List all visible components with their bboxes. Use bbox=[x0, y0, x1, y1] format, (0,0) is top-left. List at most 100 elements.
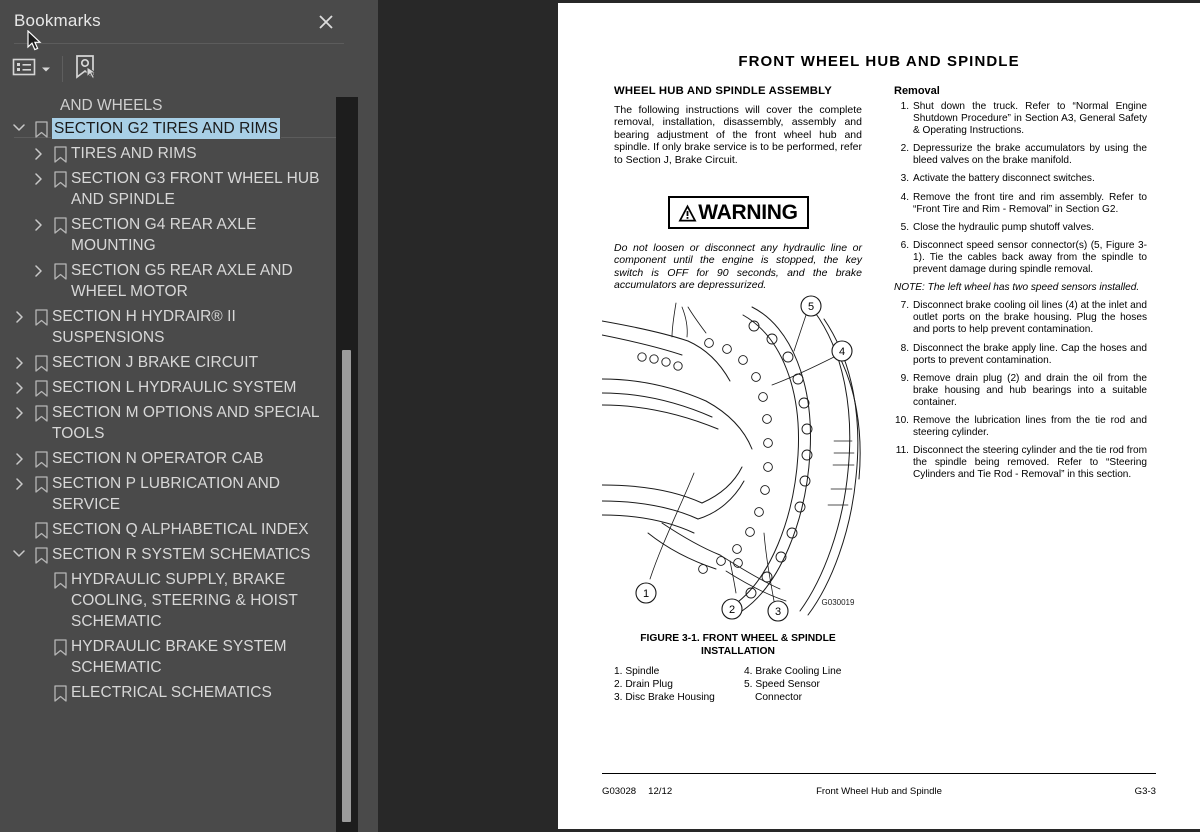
step-text: Disconnect the brake apply line. Cap the… bbox=[913, 342, 1147, 366]
bookmark-item[interactable]: HYDRAULIC SUPPLY, BRAKE COOLING, STEERIN… bbox=[0, 567, 336, 634]
step-text: Remove the front tire and rim assembly. … bbox=[913, 191, 1147, 215]
right-column: Removal 1. Shut down the truck. Refer to … bbox=[894, 85, 1147, 487]
bookmark-icon bbox=[49, 569, 71, 589]
removal-steps-part2: 7. Disconnect brake cooling oil lines (4)… bbox=[894, 300, 1147, 481]
step-text: Disconnect brake cooling oil lines (4) a… bbox=[913, 300, 1147, 336]
footer-divider bbox=[602, 773, 1156, 774]
chevron-right-icon[interactable] bbox=[8, 377, 30, 394]
pdf-viewer-canvas[interactable]: FRONT WHEEL HUB AND SPINDLE WHEEL HUB AN… bbox=[378, 0, 1200, 832]
removal-step: 8. Disconnect the brake apply line. Cap t… bbox=[894, 343, 1147, 367]
twisty-placeholder bbox=[27, 682, 49, 687]
panel-divider[interactable] bbox=[358, 0, 730, 832]
bookmark-item[interactable]: SECTION G4 REAR AXLE MOUNTING bbox=[0, 212, 336, 258]
bookmark-item[interactable]: SECTION M OPTIONS AND SPECIAL TOOLS bbox=[0, 400, 336, 446]
chevron-right-icon[interactable] bbox=[8, 473, 30, 490]
bookmark-item[interactable]: SECTION H HYDRAIR® II SUSPENSIONS bbox=[0, 304, 336, 350]
chevron-down-icon[interactable] bbox=[8, 118, 30, 132]
bookmarks-panel-title: Bookmarks bbox=[14, 11, 101, 30]
bookmarks-panel-header: Bookmarks bbox=[0, 0, 358, 44]
bookmark-icon bbox=[30, 473, 52, 493]
removal-step: 5. Close the hydraulic pump shutoff valve… bbox=[894, 222, 1147, 234]
bookmark-item-label: SECTION R SYSTEM SCHEMATICS bbox=[52, 546, 311, 563]
bookmarks-scrollbar-thumb[interactable] bbox=[342, 350, 351, 822]
chevron-right-icon[interactable] bbox=[27, 214, 49, 231]
bookmark-item[interactable]: TIRES AND RIMS bbox=[0, 141, 336, 166]
bookmark-item[interactable]: SECTION J BRAKE CIRCUIT bbox=[0, 350, 336, 375]
figure-legend-item: Connector bbox=[755, 692, 803, 703]
bookmark-icon bbox=[30, 402, 52, 422]
bookmark-icon bbox=[49, 168, 71, 188]
chevron-right-icon[interactable] bbox=[8, 306, 30, 323]
view-options-button[interactable] bbox=[12, 52, 51, 86]
header-divider bbox=[14, 43, 344, 44]
step-number: 4. bbox=[900, 191, 909, 203]
chevron-right-icon[interactable] bbox=[8, 352, 30, 369]
bookmark-item-label: HYDRAULIC SUPPLY, BRAKE COOLING, STEERIN… bbox=[71, 571, 298, 630]
svg-text:4: 4 bbox=[839, 346, 845, 358]
bookmark-item[interactable]: HYDRAULIC BRAKE SYSTEM SCHEMATIC bbox=[0, 634, 336, 680]
bookmark-item[interactable]: ELECTRICAL SCHEMATICS bbox=[0, 680, 336, 705]
bookmark-item[interactable]: SECTION G2 TIRES AND RIMS bbox=[0, 116, 336, 141]
svg-text:2: 2 bbox=[729, 604, 735, 616]
removal-heading: Removal bbox=[894, 85, 940, 97]
bookmark-icon bbox=[49, 260, 71, 280]
bookmark-item-label: SECTION J BRAKE CIRCUIT bbox=[52, 354, 259, 371]
bookmarks-tree[interactable]: AND WHEELS SECTION G2 TIRES AND RIMS TIRE… bbox=[0, 95, 336, 832]
footer-page-number: G3-3 bbox=[1134, 786, 1156, 797]
twisty-placeholder bbox=[27, 569, 49, 574]
bookmark-item-label: SECTION G2 TIRES AND RIMS bbox=[50, 117, 282, 140]
bookmark-icon bbox=[49, 636, 71, 656]
figure-illustration: 1 2 3 4 5 G030019 bbox=[601, 293, 874, 623]
chevron-right-icon[interactable] bbox=[8, 402, 30, 419]
bookmark-item[interactable]: SECTION N OPERATOR CAB bbox=[0, 446, 336, 471]
step-number: 1. bbox=[900, 101, 909, 112]
removal-step: 1. Shut down the truck. Refer to “Normal … bbox=[894, 101, 1147, 137]
bookmark-item-label: HYDRAULIC BRAKE SYSTEM SCHEMATIC bbox=[71, 638, 287, 676]
step-number: 8. bbox=[900, 342, 909, 354]
bookmark-icon bbox=[49, 682, 71, 702]
bookmark-item[interactable]: SECTION L HYDRAULIC SYSTEM bbox=[0, 375, 336, 400]
warning-label: WARNING bbox=[698, 200, 798, 224]
bookmark-item[interactable]: SECTION Q ALPHABETICAL INDEX bbox=[0, 517, 336, 542]
bookmark-icon bbox=[30, 306, 52, 326]
figure-drawing-id: G030019 bbox=[822, 598, 855, 607]
bookmark-item[interactable]: SECTION R SYSTEM SCHEMATICS bbox=[0, 542, 336, 567]
step-number: 5. bbox=[900, 221, 909, 233]
bookmark-item-label: SECTION P LUBRICATION AND SERVICE bbox=[52, 475, 281, 513]
removal-step: 7. Disconnect brake cooling oil lines (4)… bbox=[894, 300, 1147, 336]
removal-step: 4. Remove the front tire and rim assembly… bbox=[894, 192, 1147, 216]
removal-step: 9. Remove drain plug (2) and drain the oi… bbox=[894, 373, 1147, 409]
new-bookmark-button[interactable] bbox=[72, 52, 100, 86]
step-number: 9. bbox=[900, 372, 909, 384]
figure-caption-line2: INSTALLATION bbox=[701, 645, 775, 657]
bookmark-item[interactable]: SECTION G3 FRONT WHEEL HUB AND SPINDLE bbox=[0, 166, 336, 212]
step-number: 11. bbox=[895, 445, 909, 457]
bookmarks-panel: Bookmarks AND WHEELS SECTION G2 TIRES AN… bbox=[0, 0, 358, 832]
chevron-right-icon[interactable] bbox=[27, 143, 49, 160]
bookmark-item-label: SECTION G5 REAR AXLE AND WHEEL MOTOR bbox=[71, 262, 293, 300]
step-text: Remove drain plug (2) and drain the oil … bbox=[913, 372, 1147, 408]
page-footer: G03028 12/12 Front Wheel Hub and Spindle… bbox=[602, 786, 1156, 800]
chevron-right-icon[interactable] bbox=[27, 168, 49, 185]
bookmark-item[interactable]: SECTION G5 REAR AXLE AND WHEEL MOTOR bbox=[0, 258, 336, 304]
svg-text:5: 5 bbox=[808, 301, 814, 313]
intro-paragraph: The following instructions will cover th… bbox=[614, 104, 862, 166]
new-bookmark-icon bbox=[72, 54, 100, 85]
svg-text:1: 1 bbox=[643, 588, 649, 600]
bookmark-item-label: TIRES AND RIMS bbox=[71, 145, 197, 162]
step-number: 10. bbox=[894, 414, 909, 426]
bookmark-icon bbox=[30, 519, 52, 539]
bookmark-item-label: SECTION M OPTIONS AND SPECIAL TOOLS bbox=[52, 404, 320, 442]
bookmark-icon bbox=[30, 377, 52, 397]
chevron-down-icon bbox=[41, 60, 51, 78]
chevron-right-icon[interactable] bbox=[8, 448, 30, 465]
bookmark-icon bbox=[30, 448, 52, 468]
chevron-right-icon[interactable] bbox=[27, 260, 49, 277]
twisty-placeholder bbox=[27, 636, 49, 641]
bookmarks-toolbar bbox=[0, 46, 358, 138]
chevron-down-icon[interactable] bbox=[8, 544, 30, 558]
bookmark-item[interactable]: SECTION P LUBRICATION AND SERVICE bbox=[0, 471, 336, 517]
figure-legend-left: 1. Spindle 2. Drain Plug 3. Disc Brake Hou… bbox=[614, 665, 744, 704]
close-icon[interactable] bbox=[316, 12, 336, 32]
step-number: 2. bbox=[900, 143, 909, 155]
